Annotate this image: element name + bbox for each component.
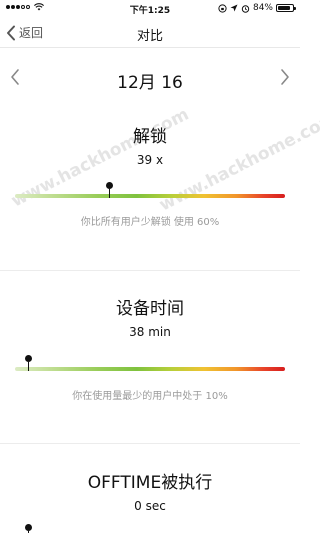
section-divider [0, 443, 300, 444]
device-time-section: 设备时间 38 min [0, 294, 300, 339]
unlock-section: 解锁 39 x [0, 122, 300, 167]
offtime-section: OFFTIME被执行 0 sec [0, 468, 300, 513]
offtime-meter-marker [25, 524, 33, 533]
section-title: 解锁 [133, 127, 167, 147]
status-bar: 下午1:25 84% [0, 0, 300, 18]
unlock-meter-marker [106, 182, 114, 198]
nav-bar: 返回 对比 [0, 18, 300, 48]
next-day-icon[interactable] [280, 68, 290, 86]
device-time-caption: 你在使用量最少的用户中处于 10% [72, 391, 228, 402]
status-right: 84% [218, 3, 296, 13]
location-arrow-icon [230, 4, 238, 12]
section-value: 0 sec [134, 499, 166, 513]
section-title: 设备时间 [116, 299, 184, 319]
battery-icon [276, 4, 296, 12]
section-title: OFFTIME被执行 [87, 473, 213, 493]
device-time-meter-marker [25, 355, 33, 371]
section-value: 39 x [136, 153, 164, 167]
device-time-meter [15, 355, 285, 371]
unlock-meter [15, 182, 285, 198]
section-value: 38 min [129, 325, 171, 339]
lock-rotation-icon [218, 3, 227, 13]
date-selector: 12月 16 [0, 66, 300, 93]
alarm-icon [241, 4, 250, 13]
date-label: 12月 16 [117, 73, 183, 93]
unlock-caption: 你比所有用户少解锁 使用 60% [80, 217, 220, 228]
page-title: 对比 [136, 29, 163, 44]
section-divider [0, 270, 300, 271]
battery-percent: 84% [252, 3, 273, 13]
